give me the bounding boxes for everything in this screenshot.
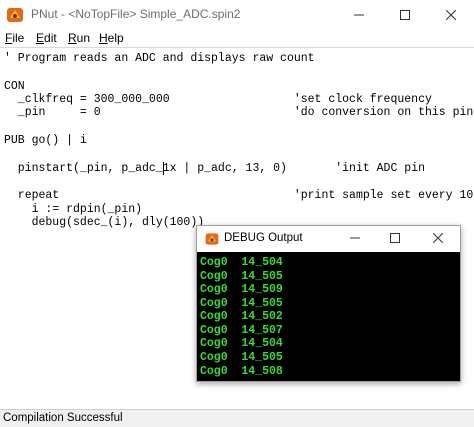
menu-run-label: un	[76, 31, 91, 45]
propeller-chip-icon[interactable]	[204, 231, 220, 247]
debug-line: Cog0 14_502	[200, 310, 283, 323]
menu-run-mnemonic: R	[68, 31, 77, 45]
minimize-icon	[354, 10, 364, 20]
close-button[interactable]	[428, 0, 474, 30]
debug-line: Cog0 14_505	[200, 297, 283, 310]
debug-minimize-button[interactable]	[335, 226, 375, 252]
propeller-chip-icon[interactable]	[5, 5, 25, 25]
code-line: debug(sdec_(i), dly(100))	[4, 216, 205, 229]
debug-line: Cog0 14_507	[200, 324, 283, 337]
minimize-button[interactable]	[336, 0, 382, 30]
debug-output-window[interactable]: DEBUG Output Cog0 14_504 Cog0 14_505 Cog…	[196, 225, 461, 382]
close-icon	[446, 10, 456, 20]
pnut-main-window: PNut - <NoTopFile> Simple_ADC.spin2 File…	[0, 0, 474, 427]
menu-help-mnemonic: H	[99, 31, 108, 45]
debug-window-title: DEBUG Output	[224, 232, 303, 244]
debug-line: Cog0 14_504	[200, 337, 283, 350]
menu-file-label: ile	[12, 31, 25, 45]
debug-output-pane[interactable]: Cog0 14_504 Cog0 14_505 Cog0 14_509 Cog0…	[197, 252, 460, 381]
title-bar[interactable]: PNut - <NoTopFile> Simple_ADC.spin2	[0, 0, 474, 30]
status-bar: Compilation Successful	[0, 409, 474, 427]
menu-run[interactable]: Run	[68, 31, 90, 45]
debug-line: Cog0 14_505	[200, 270, 283, 283]
maximize-icon	[390, 230, 400, 248]
menu-edit-label: dit	[44, 31, 57, 45]
menu-help[interactable]: Help	[99, 31, 124, 45]
status-text: Compilation Successful	[3, 412, 123, 424]
debug-line: Cog0 14_504	[200, 256, 283, 269]
menu-edit[interactable]: Edit	[36, 31, 57, 45]
debug-line: Cog0 14_509	[200, 283, 283, 296]
debug-close-button[interactable]	[418, 226, 458, 252]
code-line: i := rdpin(_pin)	[4, 203, 143, 216]
menu-help-label: elp	[107, 31, 124, 45]
menu-bar: File Edit Run Help	[0, 30, 474, 47]
text-caret	[163, 162, 164, 175]
close-icon	[432, 230, 444, 248]
maximize-icon	[400, 10, 410, 20]
window-title: PNut - <NoTopFile> Simple_ADC.spin2	[31, 7, 241, 21]
code-line: CON	[4, 80, 25, 93]
code-line: repeat 'print sample set every 100ms	[4, 189, 474, 202]
minimize-icon	[350, 230, 360, 248]
code-line: ' Program reads an ADC and displays raw …	[4, 52, 315, 65]
debug-maximize-button[interactable]	[375, 226, 415, 252]
code-line: pinstart(_pin, p_adc_1x | p_adc, 13, 0) …	[4, 162, 425, 175]
code-line: _pin = 0 'do conversion on this pin	[4, 106, 474, 119]
maximize-button[interactable]	[382, 0, 428, 30]
menu-file[interactable]: File	[5, 31, 24, 45]
debug-title-bar[interactable]: DEBUG Output	[197, 226, 460, 252]
debug-line: Cog0 14_508	[200, 365, 283, 378]
code-line: _clkfreq = 300_000_000 'set clock freque…	[4, 93, 432, 106]
code-line: PUB go() | i	[4, 134, 87, 147]
menu-edit-mnemonic: E	[36, 31, 45, 45]
debug-line: Cog0 14_505	[200, 351, 283, 364]
